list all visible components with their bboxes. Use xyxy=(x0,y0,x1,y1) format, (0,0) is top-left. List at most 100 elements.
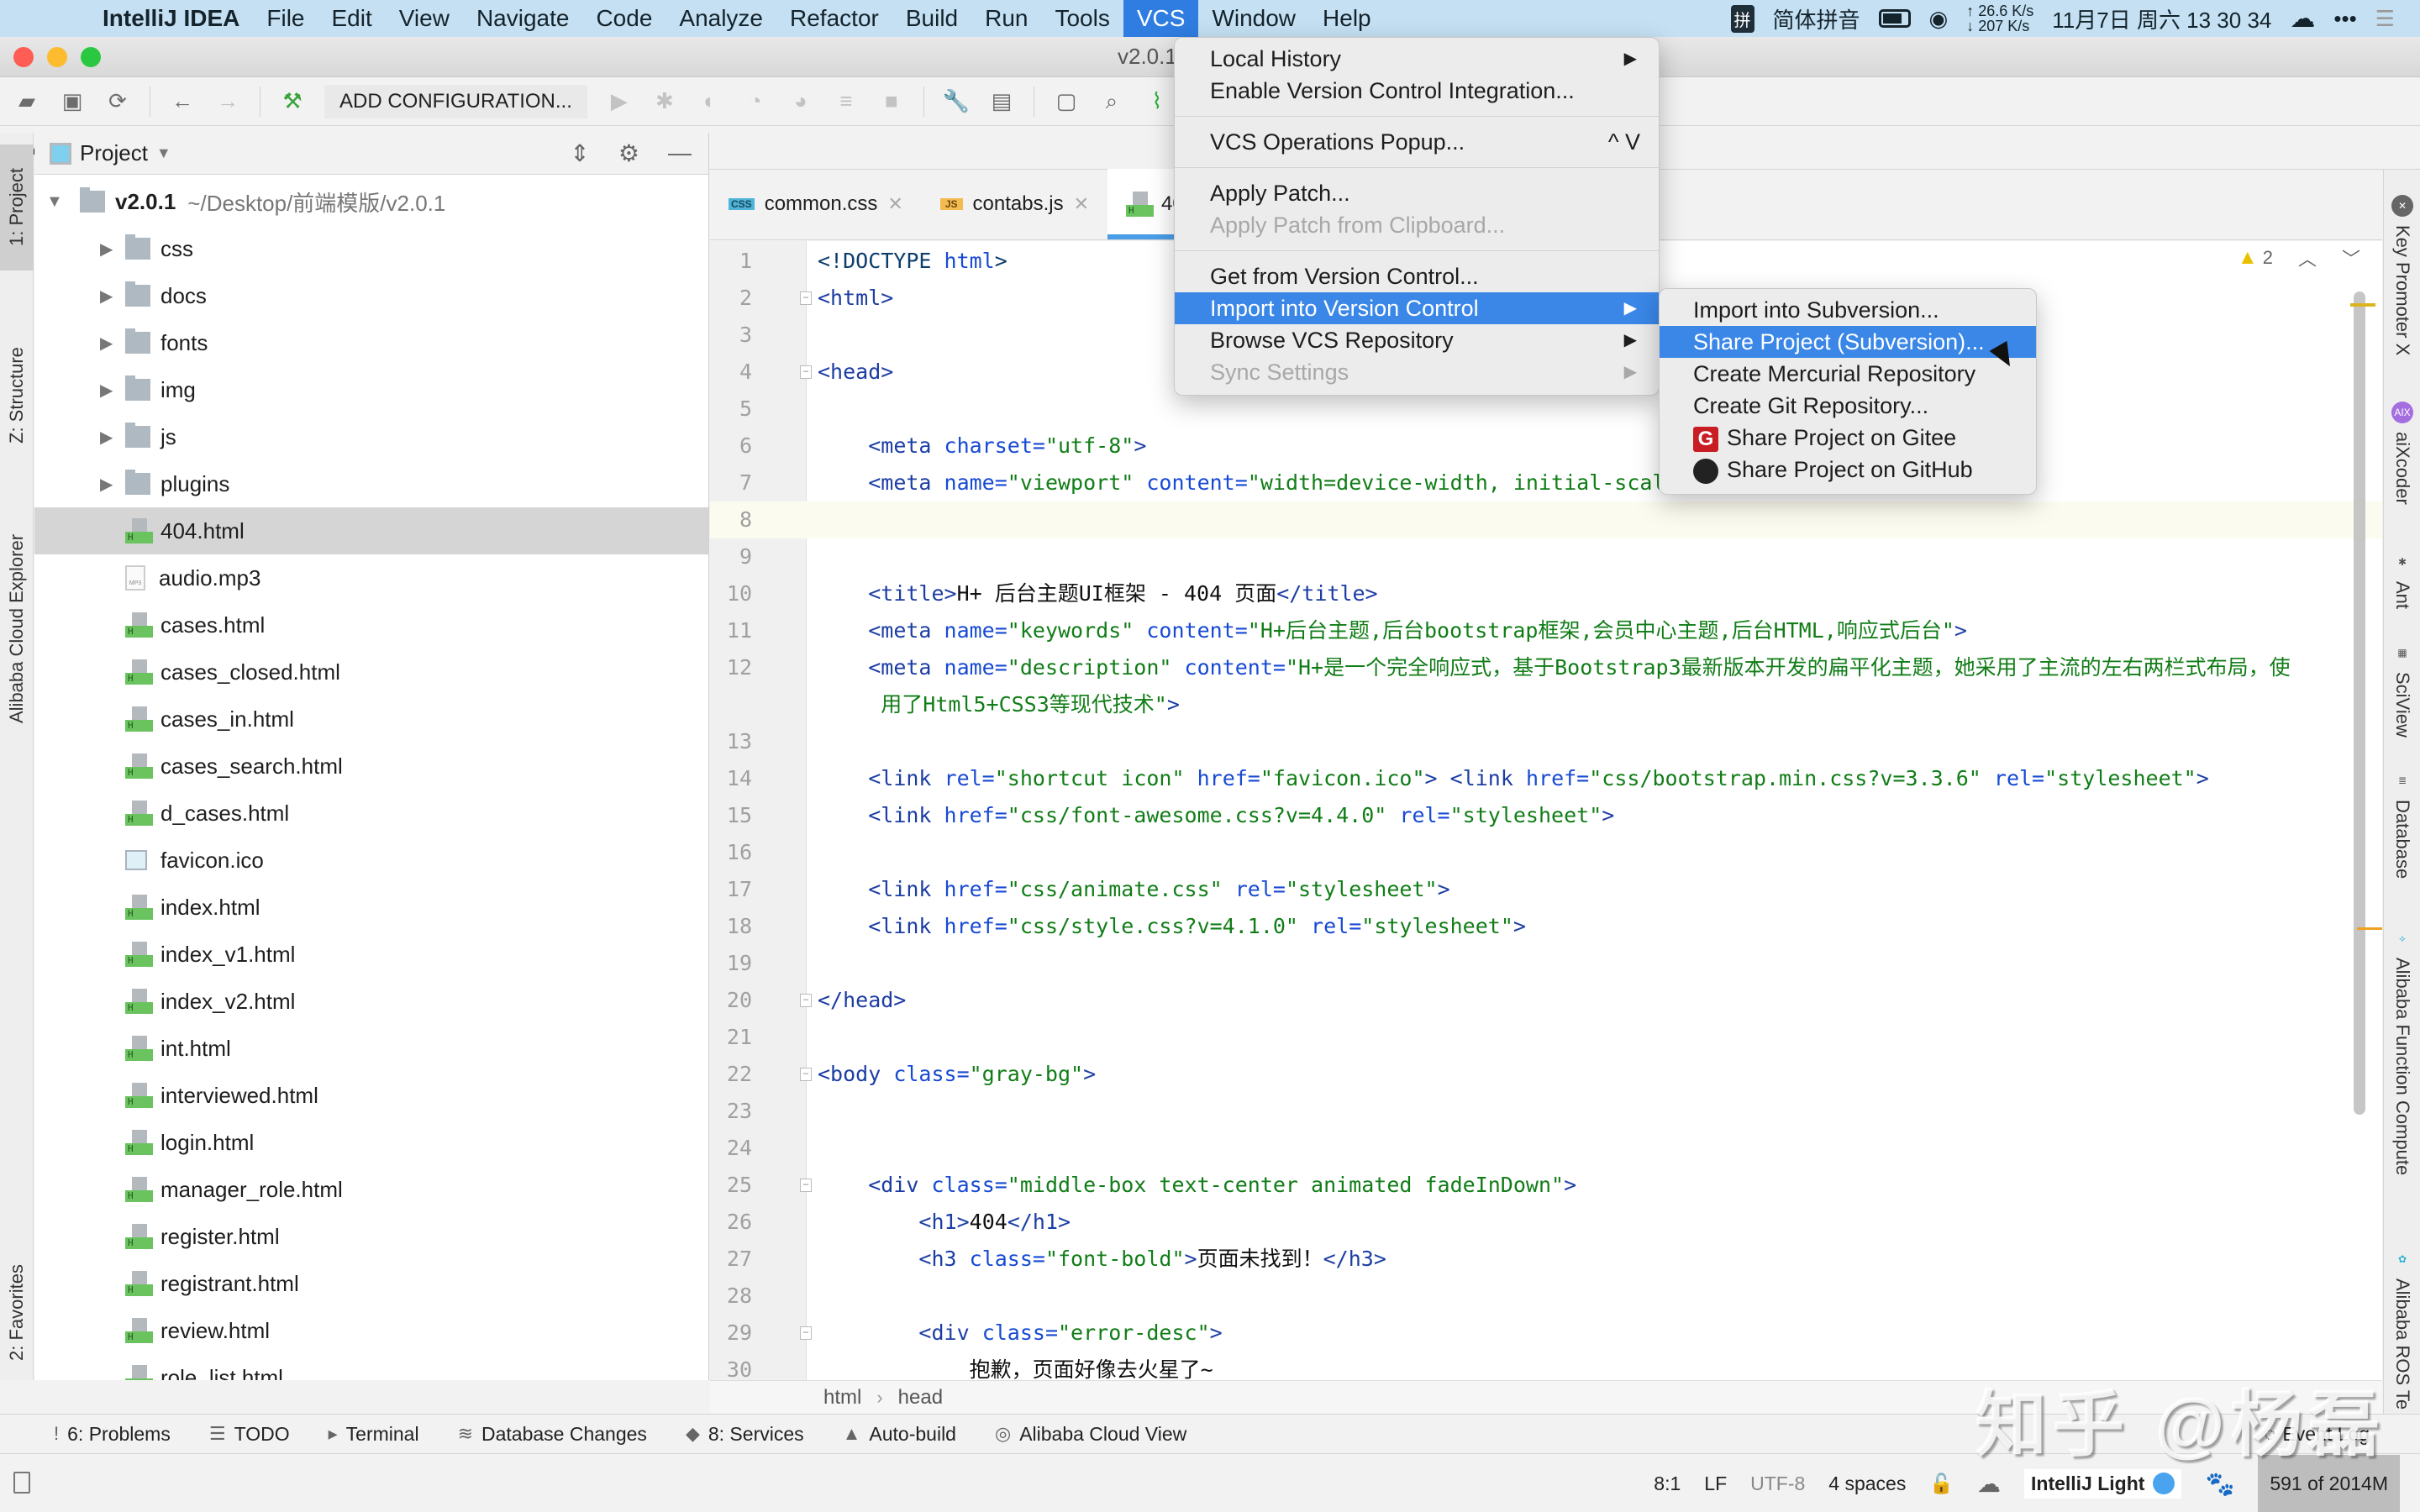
expand-arrow-icon[interactable]: ▶ xyxy=(100,333,125,354)
tool-window-button[interactable]: ▸ Terminal xyxy=(329,1423,419,1446)
tree-file[interactable]: d_cases.html xyxy=(34,790,708,837)
input-method-label[interactable]: 简体拼音 xyxy=(1773,3,1860,34)
tool-tab-key-promoter-x[interactable]: ✕ Key Promoter X xyxy=(2384,190,2420,355)
tool-tab-ant[interactable]: ✱ Ant xyxy=(2384,546,2420,609)
gear-icon[interactable]: ⚙ xyxy=(618,139,639,167)
fold-marker-icon[interactable]: − xyxy=(800,994,812,1007)
lock-icon[interactable]: 🔓 xyxy=(1929,1473,1954,1495)
sync-icon[interactable]: ⟳ xyxy=(104,88,131,115)
menu-run[interactable]: Run xyxy=(971,0,1041,37)
tool-tab-favorites[interactable]: 2: Favorites xyxy=(0,1250,34,1376)
tool-tab-sciview[interactable]: ▦ SciView xyxy=(2384,637,2420,738)
fold-marker-icon[interactable]: − xyxy=(800,291,812,305)
code-line[interactable]: 25 − <div class="middle-box text-center a… xyxy=(710,1167,2382,1204)
close-window-button[interactable] xyxy=(13,47,34,67)
line-separator[interactable]: LF xyxy=(1704,1473,1727,1495)
code-line[interactable]: 7 <meta name="viewport" content="width=d… xyxy=(710,465,2382,501)
code-line[interactable]: 26 <h1>404</h1> xyxy=(710,1204,2382,1241)
tree-file[interactable]: role_list.html xyxy=(34,1354,708,1380)
code-line[interactable]: 5 xyxy=(710,391,2382,428)
tree-file[interactable]: manager_role.html xyxy=(34,1166,708,1213)
expand-arrow-icon[interactable]: ▶ xyxy=(100,239,125,260)
editor-crumb[interactable]: head xyxy=(898,1386,943,1410)
menu-navigate[interactable]: Navigate xyxy=(463,0,583,37)
save-icon[interactable]: ▣ xyxy=(59,88,86,115)
menu-view[interactable]: View xyxy=(386,0,463,37)
tool-tab-project[interactable]: 1: Project xyxy=(0,144,34,270)
previous-highlight-icon[interactable]: ︿ xyxy=(2298,244,2317,271)
theme-switcher[interactable]: IntelliJ Light xyxy=(2024,1468,2182,1499)
chevron-down-icon[interactable]: ▼ xyxy=(156,144,171,162)
coverage-icon[interactable]: ◐ xyxy=(697,88,723,115)
menu-item[interactable]: Browse VCS Repository ▶ xyxy=(1175,324,1659,356)
tree-file[interactable]: login.html xyxy=(34,1119,708,1166)
tree-file[interactable]: index_v1.html xyxy=(34,931,708,978)
menu-help[interactable]: Help xyxy=(1309,0,1385,37)
forward-icon[interactable]: → xyxy=(214,88,241,115)
warning-stripe-marker[interactable] xyxy=(2350,303,2375,307)
build-hammer-icon[interactable]: ⚒ xyxy=(279,88,306,115)
file-encoding[interactable]: UTF-8 xyxy=(1750,1473,1805,1495)
toggle-tool-windows-icon[interactable] xyxy=(13,1472,30,1494)
code-editor[interactable]: 1 <!DOCTYPE html> 2− <html> 3 4− <head> 5 6 <met… xyxy=(710,241,2382,1380)
menu-item[interactable]: Share Project on GitHub xyxy=(1660,454,2036,486)
tree-folder[interactable]: ▶ plugins xyxy=(34,460,708,507)
fold-marker-icon[interactable]: − xyxy=(800,1179,812,1192)
debug-icon[interactable]: ✱ xyxy=(651,88,678,115)
close-tab-icon[interactable]: ✕ xyxy=(887,193,902,215)
expand-arrow-icon[interactable]: ▶ xyxy=(100,380,125,401)
tree-file[interactable]: interviewed.html xyxy=(34,1072,708,1119)
caret-position[interactable]: 8:1 xyxy=(1654,1473,1681,1495)
inspection-warnings[interactable]: ▲ 2 xyxy=(2238,246,2273,270)
stop-icon[interactable]: ■ xyxy=(878,88,905,115)
menu-item[interactable]: Enable Version Control Integration... xyxy=(1175,75,1659,107)
input-method-icon[interactable]: 拼 xyxy=(1730,4,1754,33)
tree-file[interactable]: MP3 audio.mp3 xyxy=(34,554,708,601)
menu-vcs[interactable]: VCS xyxy=(1123,0,1199,37)
code-line[interactable]: 28 xyxy=(710,1278,2382,1315)
editor-crumb[interactable]: html xyxy=(823,1386,861,1410)
add-configuration-button[interactable]: ADD CONFIGURATION... xyxy=(324,84,587,118)
tool-window-button[interactable]: ◆ 8: Services xyxy=(686,1423,804,1446)
menu-tools[interactable]: Tools xyxy=(1041,0,1123,37)
close-tab-icon[interactable]: ✕ xyxy=(1074,193,1089,215)
more-icon[interactable]: ••• xyxy=(2333,6,2356,32)
menu-item[interactable]: Local History ▶ xyxy=(1175,43,1659,75)
editor-tab[interactable]: JS contabs.js ✕ xyxy=(922,169,1107,239)
cloud-upload-icon[interactable]: ☁ xyxy=(2290,4,2315,34)
code-line[interactable]: 27 <h3 class="font-bold">页面未找到！</h3> xyxy=(710,1241,2382,1278)
menu-item[interactable]: Create Git Repository... xyxy=(1660,390,2036,422)
battery-icon[interactable] xyxy=(1878,9,1911,28)
menu-item[interactable]: G Share Project on Gitee xyxy=(1660,422,2036,454)
vpn-icon[interactable]: ◉ xyxy=(1929,6,1949,32)
code-line[interactable]: 12 <meta name="description" content="H+是… xyxy=(710,649,2382,686)
menu-item[interactable]: Import into Version Control ▶ xyxy=(1175,292,1659,324)
code-line[interactable]: 22 − <body class="gray-bg"> xyxy=(710,1056,2382,1093)
tree-file[interactable]: cases_in.html xyxy=(34,696,708,743)
code-line[interactable]: 6 <meta charset="utf-8"> xyxy=(710,428,2382,465)
collapse-all-icon[interactable]: ⇕ xyxy=(570,139,589,167)
code-line[interactable]: 13 xyxy=(710,723,2382,760)
code-line[interactable]: 11 <meta name="keywords" content="H+后台主题… xyxy=(710,612,2382,649)
tree-file[interactable]: 404.html xyxy=(34,507,708,554)
tree-file[interactable]: review.html xyxy=(34,1307,708,1354)
expand-arrow-icon[interactable]: ▶ xyxy=(100,474,125,495)
code-line[interactable]: 15 <link href="css/font-awesome.css?v=4.… xyxy=(710,797,2382,834)
tree-file[interactable]: cases_search.html xyxy=(34,743,708,790)
menu-build[interactable]: Build xyxy=(892,0,971,37)
back-icon[interactable]: ← xyxy=(169,88,196,115)
menu-code[interactable]: Code xyxy=(582,0,666,37)
code-line[interactable]: 23 xyxy=(710,1093,2382,1130)
menu-item[interactable]: Share Project (Subversion)... xyxy=(1660,326,2036,358)
run-icon[interactable]: ▶ xyxy=(606,88,633,115)
next-highlight-icon[interactable]: ﹀ xyxy=(2342,244,2360,271)
tool-tab-structure[interactable]: Z: Structure xyxy=(0,324,34,467)
project-view-selector[interactable]: Project xyxy=(80,140,148,166)
tool-window-button[interactable]: ≋ Database Changes xyxy=(458,1423,647,1446)
wrench-icon[interactable]: 🔧 xyxy=(943,88,970,115)
tree-root[interactable]: ▼ v2.0.1 ~/Desktop/前端模版/v2.0.1 xyxy=(34,178,708,225)
menu-window[interactable]: Window xyxy=(1198,0,1309,37)
code-line[interactable]: 10 <title>H+ 后台主题UI框架 - 404 页面</title> xyxy=(710,575,2382,612)
code-line[interactable]: 14 <link rel="shortcut icon" href="favic… xyxy=(710,760,2382,797)
code-line[interactable]: 29 − <div class="error-desc"> xyxy=(710,1315,2382,1352)
